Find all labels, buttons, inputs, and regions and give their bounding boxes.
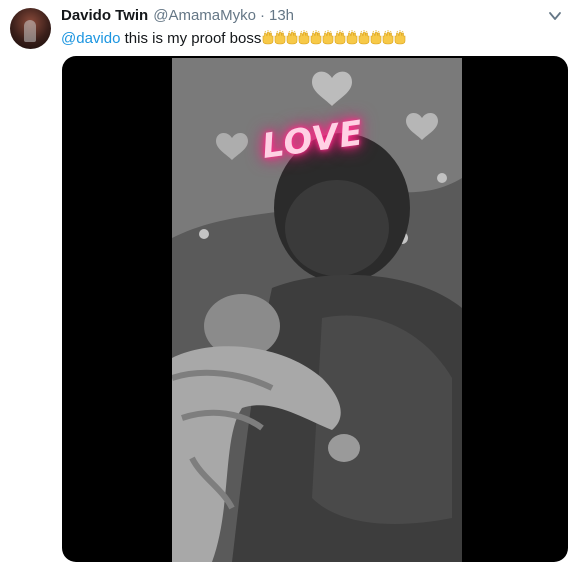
tweet-text: @davido this is my proof boss	[61, 29, 406, 49]
chevron-down-icon[interactable]	[548, 10, 562, 22]
raising-hands-icon	[262, 30, 274, 45]
timestamp[interactable]: 13h	[269, 7, 294, 24]
raising-hands-icon	[358, 30, 370, 45]
video-player[interactable]: LOVE	[62, 56, 568, 562]
tweet-header: Davido Twin @AmamaMyko · 13h	[61, 7, 294, 27]
separator-dot: ·	[259, 7, 265, 24]
raising-hands-icon	[286, 30, 298, 45]
author-name[interactable]: Davido Twin	[61, 7, 148, 24]
raising-hands-icon	[394, 30, 406, 45]
raising-hands-icon	[382, 30, 394, 45]
raising-hands-icon	[346, 30, 358, 45]
avatar[interactable]	[10, 8, 51, 49]
raising-hands-icon	[322, 30, 334, 45]
tweet-card[interactable]: Davido Twin @AmamaMyko · 13h @davido thi…	[0, 0, 574, 563]
raising-hands-icon	[274, 30, 286, 45]
tweet-body: this is my proof boss	[120, 30, 262, 47]
author-handle[interactable]: @AmamaMyko	[153, 7, 256, 24]
raising-hands-icon	[334, 30, 346, 45]
mention-link[interactable]: @davido	[61, 30, 120, 47]
raising-hands-icon	[310, 30, 322, 45]
video-frame: LOVE	[172, 58, 462, 562]
raising-hands-icon	[298, 30, 310, 45]
raising-hands-icon	[370, 30, 382, 45]
emoji-row	[262, 30, 406, 45]
